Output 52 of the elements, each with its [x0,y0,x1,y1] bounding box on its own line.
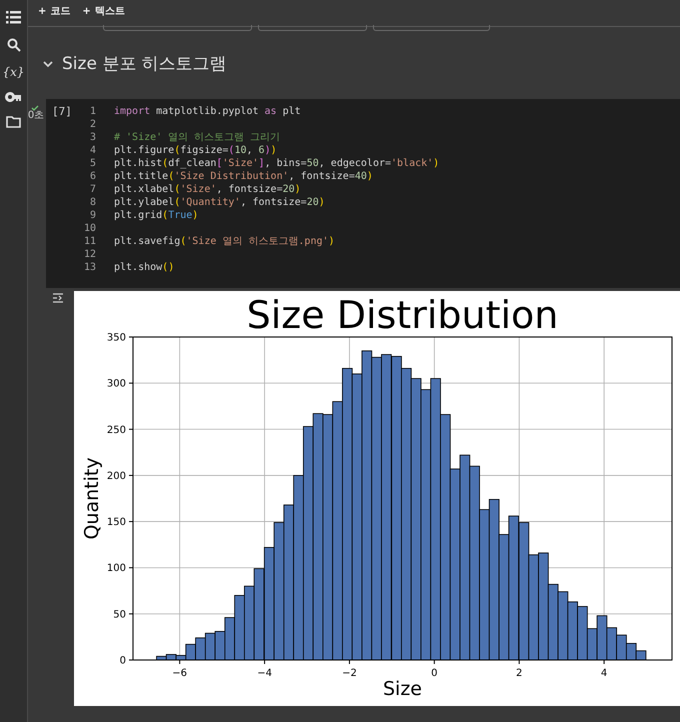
y-tick-label: 150 [106,517,126,528]
search-icon[interactable] [6,38,20,52]
line-number: 10 [82,222,96,235]
x-tick-label: 4 [600,668,608,679]
execution-count: [7] [51,105,73,120]
x-tick-label: −2 [342,668,357,679]
code-line: # 'Size' 열의 히스토그램 그리기 [114,131,280,144]
code-line: plt.savefig('Size 열의 히스토그램.png') [114,235,335,248]
line-number: 2 [88,118,96,131]
x-tick-label: −4 [257,668,272,679]
line-number: 13 [82,261,96,274]
line-number: 8 [88,196,96,209]
line-number: 1 [88,105,96,118]
table-of-contents-icon[interactable] [6,11,21,24]
code-line: plt.show() [114,261,174,274]
y-tick-label: 100 [106,563,126,574]
line-number: 11 [82,235,96,248]
run-duration: 0초 [28,111,44,121]
line-number: 9 [88,209,96,222]
output-toggle-icon[interactable] [52,293,64,303]
folder-icon[interactable] [6,116,21,128]
x-axis-label: Size [383,678,422,700]
y-tick-label: 200 [106,470,126,482]
chart-title: Size Distribution [246,293,558,337]
line-number: 7 [88,183,96,196]
line-number: 5 [88,157,96,170]
section-heading: Size 분포 히스토그램 [62,52,227,76]
y-tick-label: 0 [120,656,126,666]
code-line: plt.xlabel('Size', fontsize=20) [114,183,301,196]
line-number: 6 [88,170,96,183]
code-line: plt.hist(df_clean['Size'], bins=50, edgecolor='black') [114,157,440,170]
insert-button[interactable]: + 코드 [38,6,70,16]
chevron-icon[interactable] [43,61,53,68]
line-number: 4 [88,144,96,157]
y-tick-label: 300 [106,378,126,390]
code-line: import matplotlib.pyplot as plt [114,105,301,118]
x-tick-label: 0 [431,668,438,679]
code-line: plt.figure(figsize=(10, 6)) [114,144,277,157]
y-tick-label: 50 [113,609,126,620]
y-tick-label: 350 [106,332,126,344]
code-line: plt.grid(True) [114,209,198,222]
code-line: plt.title('Size Distribution', fontsize=40) [114,170,373,183]
x-tick-label: 2 [516,668,522,679]
line-number: 3 [88,131,96,144]
key-icon[interactable] [5,92,22,102]
y-axis-label: Quantity [81,457,103,540]
code-line: plt.ylabel('Quantity', fontsize=20) [114,196,325,209]
x-tick-label: −6 [172,668,188,679]
line-number: 12 [82,248,96,261]
variables-icon[interactable]: {x} [2,66,25,78]
insert-button[interactable]: + 텍스트 [82,6,125,16]
y-tick-label: 250 [106,424,126,436]
